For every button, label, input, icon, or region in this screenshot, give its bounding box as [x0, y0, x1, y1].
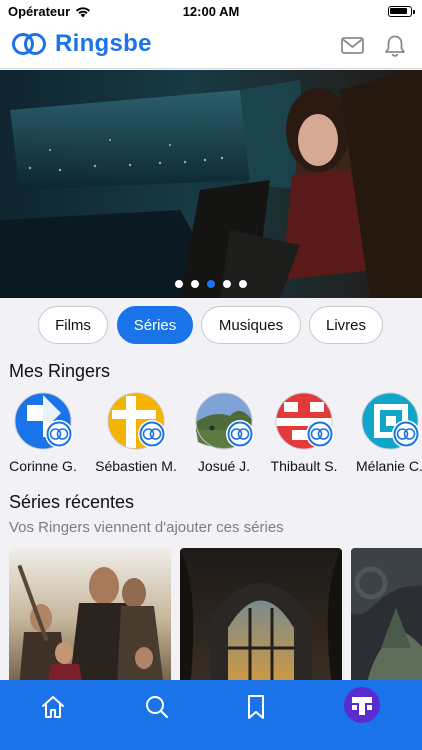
tab-films[interactable]: Films [38, 306, 108, 344]
carousel-dot[interactable] [191, 280, 199, 288]
search-icon [146, 696, 169, 719]
tab-search[interactable] [142, 692, 172, 722]
ringer-item[interactable]: Mélanie C. [340, 392, 422, 474]
app-name: Ringsbe [55, 30, 152, 57]
poster-image [351, 548, 422, 680]
ringer-name: Mélanie C. [356, 458, 422, 474]
recent-series-title: Séries récentes [9, 492, 135, 512]
avatar [275, 392, 334, 450]
status-time: 12:00 AM [182, 4, 240, 19]
app-header: Ringsbe [0, 24, 422, 69]
tab-series[interactable]: Séries [117, 306, 193, 344]
series-poster[interactable] [9, 548, 171, 680]
ringer-name: Corinne G. [9, 458, 77, 474]
poster-image [9, 548, 171, 680]
home-icon [42, 696, 64, 718]
hero-image [0, 70, 422, 298]
category-tabs: Films Séries Musiques Livres [0, 306, 422, 344]
ringers-title: Mes Ringers [9, 361, 111, 381]
poster-image [180, 548, 342, 680]
tab-home[interactable] [38, 692, 68, 722]
series-poster[interactable] [351, 548, 422, 680]
ringer-item[interactable]: Corinne G. [0, 392, 93, 474]
tab-bookmarks[interactable] [241, 692, 271, 722]
status-bar: Opérateur 12:00 AM [0, 0, 422, 24]
ringer-name: Sébastien M. [95, 458, 177, 474]
carousel-dot[interactable] [223, 280, 231, 288]
tab-livres[interactable]: Livres [309, 306, 383, 344]
ringer-item[interactable]: Sébastien M. [86, 392, 186, 474]
avatar [361, 392, 420, 450]
carousel-dot[interactable] [175, 280, 183, 288]
carousel-dot-active[interactable] [207, 280, 215, 288]
tab-profile[interactable] [344, 687, 380, 723]
app-logo: Ringsbe [11, 30, 152, 58]
bookmark-icon [248, 695, 264, 719]
tab-musiques[interactable]: Musiques [201, 306, 301, 344]
avatar [107, 392, 166, 450]
ringer-name: Thibault S. [270, 458, 338, 474]
carousel-dot[interactable] [239, 280, 247, 288]
bottom-tab-bar [0, 680, 422, 750]
series-carousel [0, 548, 422, 680]
avatar [14, 392, 73, 450]
battery-icon [388, 6, 415, 17]
mail-icon[interactable] [340, 34, 366, 58]
series-poster[interactable] [180, 548, 342, 680]
ringer-item[interactable]: Thibault S. [254, 392, 354, 474]
profile-icon [352, 697, 372, 715]
recent-series-subtitle: Vos Ringers viennent d'ajouter ces série… [9, 519, 284, 536]
rings-logo-icon [12, 33, 46, 55]
bell-icon[interactable] [382, 34, 408, 58]
hero-banner[interactable] [0, 70, 422, 298]
carousel-dots[interactable] [0, 280, 422, 288]
